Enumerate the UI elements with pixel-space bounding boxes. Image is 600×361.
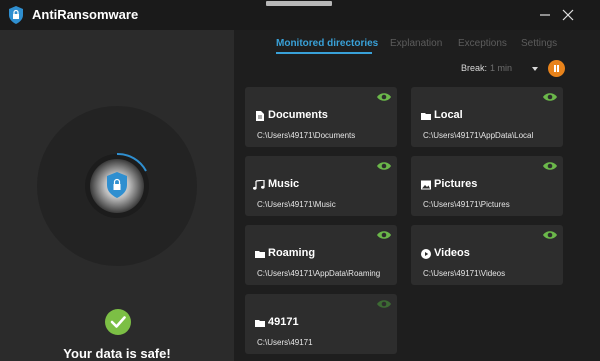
snap-handle[interactable] [266,1,332,6]
chevron-down-icon[interactable] [532,67,538,71]
shield-lock-icon [9,6,23,24]
directory-name: 49171 [268,316,299,328]
folder-icon [255,251,265,258]
title-bar: AntiRansomware [0,0,600,30]
close-icon[interactable] [559,6,577,24]
directory-name: Videos [434,247,470,259]
directory-path: C:\Users\49171\AppData\Local [423,131,534,140]
directory-name: Roaming [268,247,316,259]
directory-card-local[interactable]: Local C:\Users\49171\AppData\Local [411,87,563,147]
directory-name: Documents [268,109,328,121]
directory-path: C:\Users\49171\Pictures [423,200,510,209]
tab-monitored-directories[interactable]: Monitored directories [276,38,378,49]
radar-scanner [37,106,197,266]
directory-name: Music [268,178,300,190]
app-title: AntiRansomware [32,7,139,22]
status-panel: Your data is safe! [0,30,234,361]
tab-exceptions[interactable]: Exceptions [458,38,507,49]
tab-explanation[interactable]: Explanation [390,38,442,49]
picture-icon [421,180,431,190]
directory-card-pictures[interactable]: Pictures C:\Users\49171\Pictures [411,156,563,216]
directory-card-music[interactable]: Music C:\Users\49171\Music [245,156,397,216]
directory-path: C:\Users\49171 [257,338,313,347]
directory-card-documents[interactable]: Documents C:\Users\49171\Documents [245,87,397,147]
eye-icon[interactable] [376,91,392,103]
eye-icon[interactable] [376,160,392,172]
eye-icon[interactable] [376,229,392,241]
directory-path: C:\Users\49171\Documents [257,131,356,140]
directory-name: Pictures [434,178,478,190]
tab-settings[interactable]: Settings [521,38,557,49]
break-label: Break: [461,63,488,73]
directory-path: C:\Users\49171\Music [257,200,336,209]
eye-icon[interactable] [542,229,558,241]
video-icon [421,249,431,259]
eye-icon[interactable] [542,91,558,103]
directory-card-videos[interactable]: Videos C:\Users\49171\Videos [411,225,563,285]
directory-card-roaming[interactable]: Roaming C:\Users\49171\AppData\Roaming [245,225,397,285]
active-tab-indicator [276,52,372,54]
document-icon [256,111,264,121]
directory-path: C:\Users\49171\Videos [423,269,506,278]
folder-icon [255,320,265,327]
directory-card-49171[interactable]: 49171 C:\Users\49171 [245,294,397,354]
check-icon [105,309,131,335]
music-icon [253,180,265,190]
directory-name: Local [434,109,463,121]
directory-path: C:\Users\49171\AppData\Roaming [257,269,381,278]
status-message: Your data is safe! [63,346,171,361]
break-duration-select[interactable]: 1 min [490,63,512,73]
pause-button[interactable] [548,60,565,77]
eye-icon[interactable] [542,160,558,172]
minimize-icon[interactable] [536,6,554,24]
folder-icon [421,113,431,120]
eye-icon[interactable] [376,298,392,310]
